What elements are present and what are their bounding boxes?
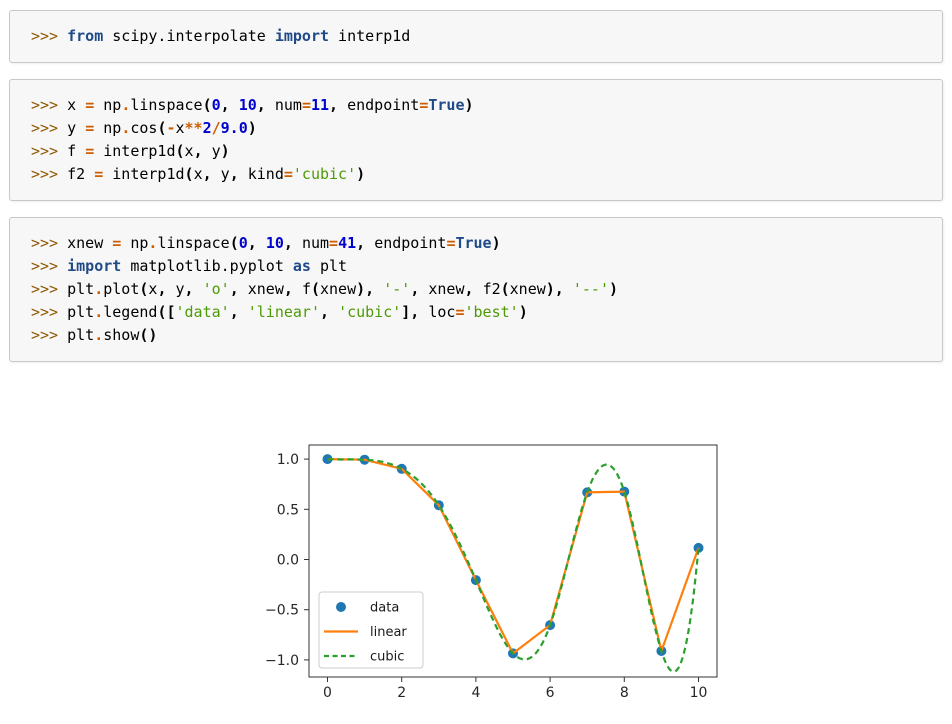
- code: >>> x = np.linspace(0, 10, num=11, endpo…: [31, 94, 921, 186]
- y-tick-label: −1.0: [265, 653, 299, 669]
- y-tick-label: −0.5: [265, 603, 299, 619]
- interpolation-chart: 0 2 4 6 8 10 1.0 0.5 0.0 −0.5 −1.0 data linear cubic: [265, 444, 718, 701]
- code-line: >>> plt.plot(x, y, 'o', xnew, f(xnew), '…: [31, 280, 619, 298]
- x-tick-label: 6: [546, 685, 555, 701]
- y-tick-label: 0.0: [277, 553, 299, 569]
- code: >>> xnew = np.linspace(0, 10, num=41, en…: [31, 232, 921, 347]
- code-line: >>> y = np.cos(-x**2/9.0): [31, 119, 257, 137]
- page: >>> from scipy.interpolate import interp…: [9, 10, 943, 720]
- code-line: >>> f = interp1d(x, y): [31, 142, 230, 160]
- legend-label-data: data: [370, 601, 399, 616]
- code-line: >>> xnew = np.linspace(0, 10, num=41, en…: [31, 234, 501, 252]
- code-line: >>> from scipy.interpolate import interp…: [31, 27, 411, 45]
- code-line: >>> import matplotlib.pyplot as plt: [31, 257, 348, 275]
- y-tick-label: 0.5: [277, 502, 299, 518]
- code-line: >>> plt.show(): [31, 326, 158, 344]
- code-block-build-interpolators: >>> x = np.linspace(0, 10, num=11, endpo…: [9, 79, 943, 201]
- x-tick-label: 0: [323, 685, 332, 701]
- code-block-import-interp1d: >>> from scipy.interpolate import interp…: [9, 10, 943, 63]
- x-tick-label: 10: [690, 685, 708, 701]
- legend-label-linear: linear: [370, 625, 407, 640]
- legend-label-cubic: cubic: [370, 650, 404, 665]
- x-tick-label: 4: [471, 685, 480, 701]
- matplotlib-figure: 0 2 4 6 8 10 1.0 0.5 0.0 −0.5 −1.0 data linear cubic: [246, 428, 746, 720]
- code-line: >>> f2 = interp1d(x, y, kind='cubic'): [31, 165, 366, 183]
- x-tick-label: 2: [397, 685, 406, 701]
- code-block-plot-commands: >>> xnew = np.linspace(0, 10, num=41, en…: [9, 217, 943, 362]
- x-tick-label: 8: [620, 685, 629, 701]
- y-tick-label: 1.0: [277, 452, 299, 468]
- code-line: >>> x = np.linspace(0, 10, num=11, endpo…: [31, 96, 474, 114]
- code-line: >>> plt.legend(['data', 'linear', 'cubic…: [31, 303, 528, 321]
- code: >>> from scipy.interpolate import interp…: [31, 25, 921, 48]
- code-examples: >>> from scipy.interpolate import interp…: [9, 10, 943, 362]
- legend-marker-data: [336, 602, 346, 612]
